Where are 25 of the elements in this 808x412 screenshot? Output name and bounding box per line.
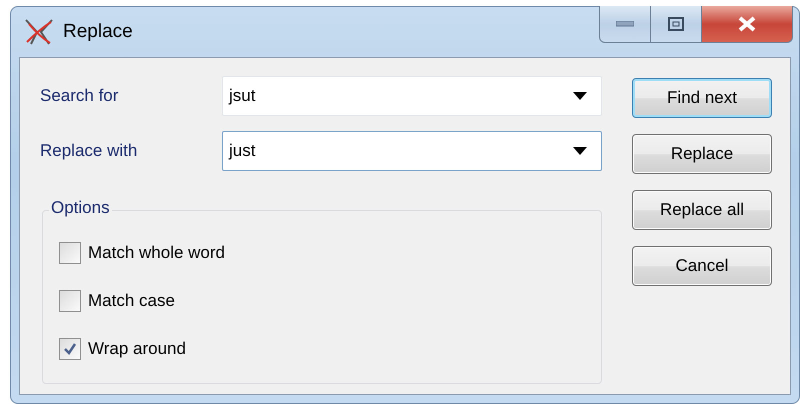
dropdown-arrow-icon[interactable] xyxy=(573,147,587,155)
dropdown-arrow-icon[interactable] xyxy=(573,92,587,100)
combo-field[interactable]: jsut xyxy=(222,76,602,116)
dialog-button[interactable]: Find next xyxy=(632,78,772,118)
maximize-icon xyxy=(668,17,684,31)
field-label: Replace with xyxy=(40,141,138,161)
combo-field[interactable]: just xyxy=(222,131,602,171)
window-title: Replace xyxy=(63,21,133,43)
checkbox[interactable] xyxy=(59,290,81,312)
dialog-button[interactable]: Replace all xyxy=(632,190,772,230)
maximize-button[interactable] xyxy=(650,6,702,43)
group-title: Options xyxy=(49,198,112,218)
close-button[interactable] xyxy=(701,6,793,43)
dialog-button[interactable]: Replace xyxy=(632,134,772,174)
checkbox-label: Wrap around xyxy=(88,339,186,359)
checkbox[interactable] xyxy=(59,338,81,360)
minimize-button[interactable] xyxy=(599,6,651,43)
checkbox-label: Match case xyxy=(88,291,175,311)
minimize-icon xyxy=(616,21,634,27)
dialog-button[interactable]: Cancel xyxy=(632,246,772,286)
checkbox-label: Match whole word xyxy=(88,243,226,263)
check-icon xyxy=(63,342,77,356)
close-icon xyxy=(737,16,757,32)
field-label: Search for xyxy=(40,86,120,106)
checkbox[interactable] xyxy=(59,242,81,264)
